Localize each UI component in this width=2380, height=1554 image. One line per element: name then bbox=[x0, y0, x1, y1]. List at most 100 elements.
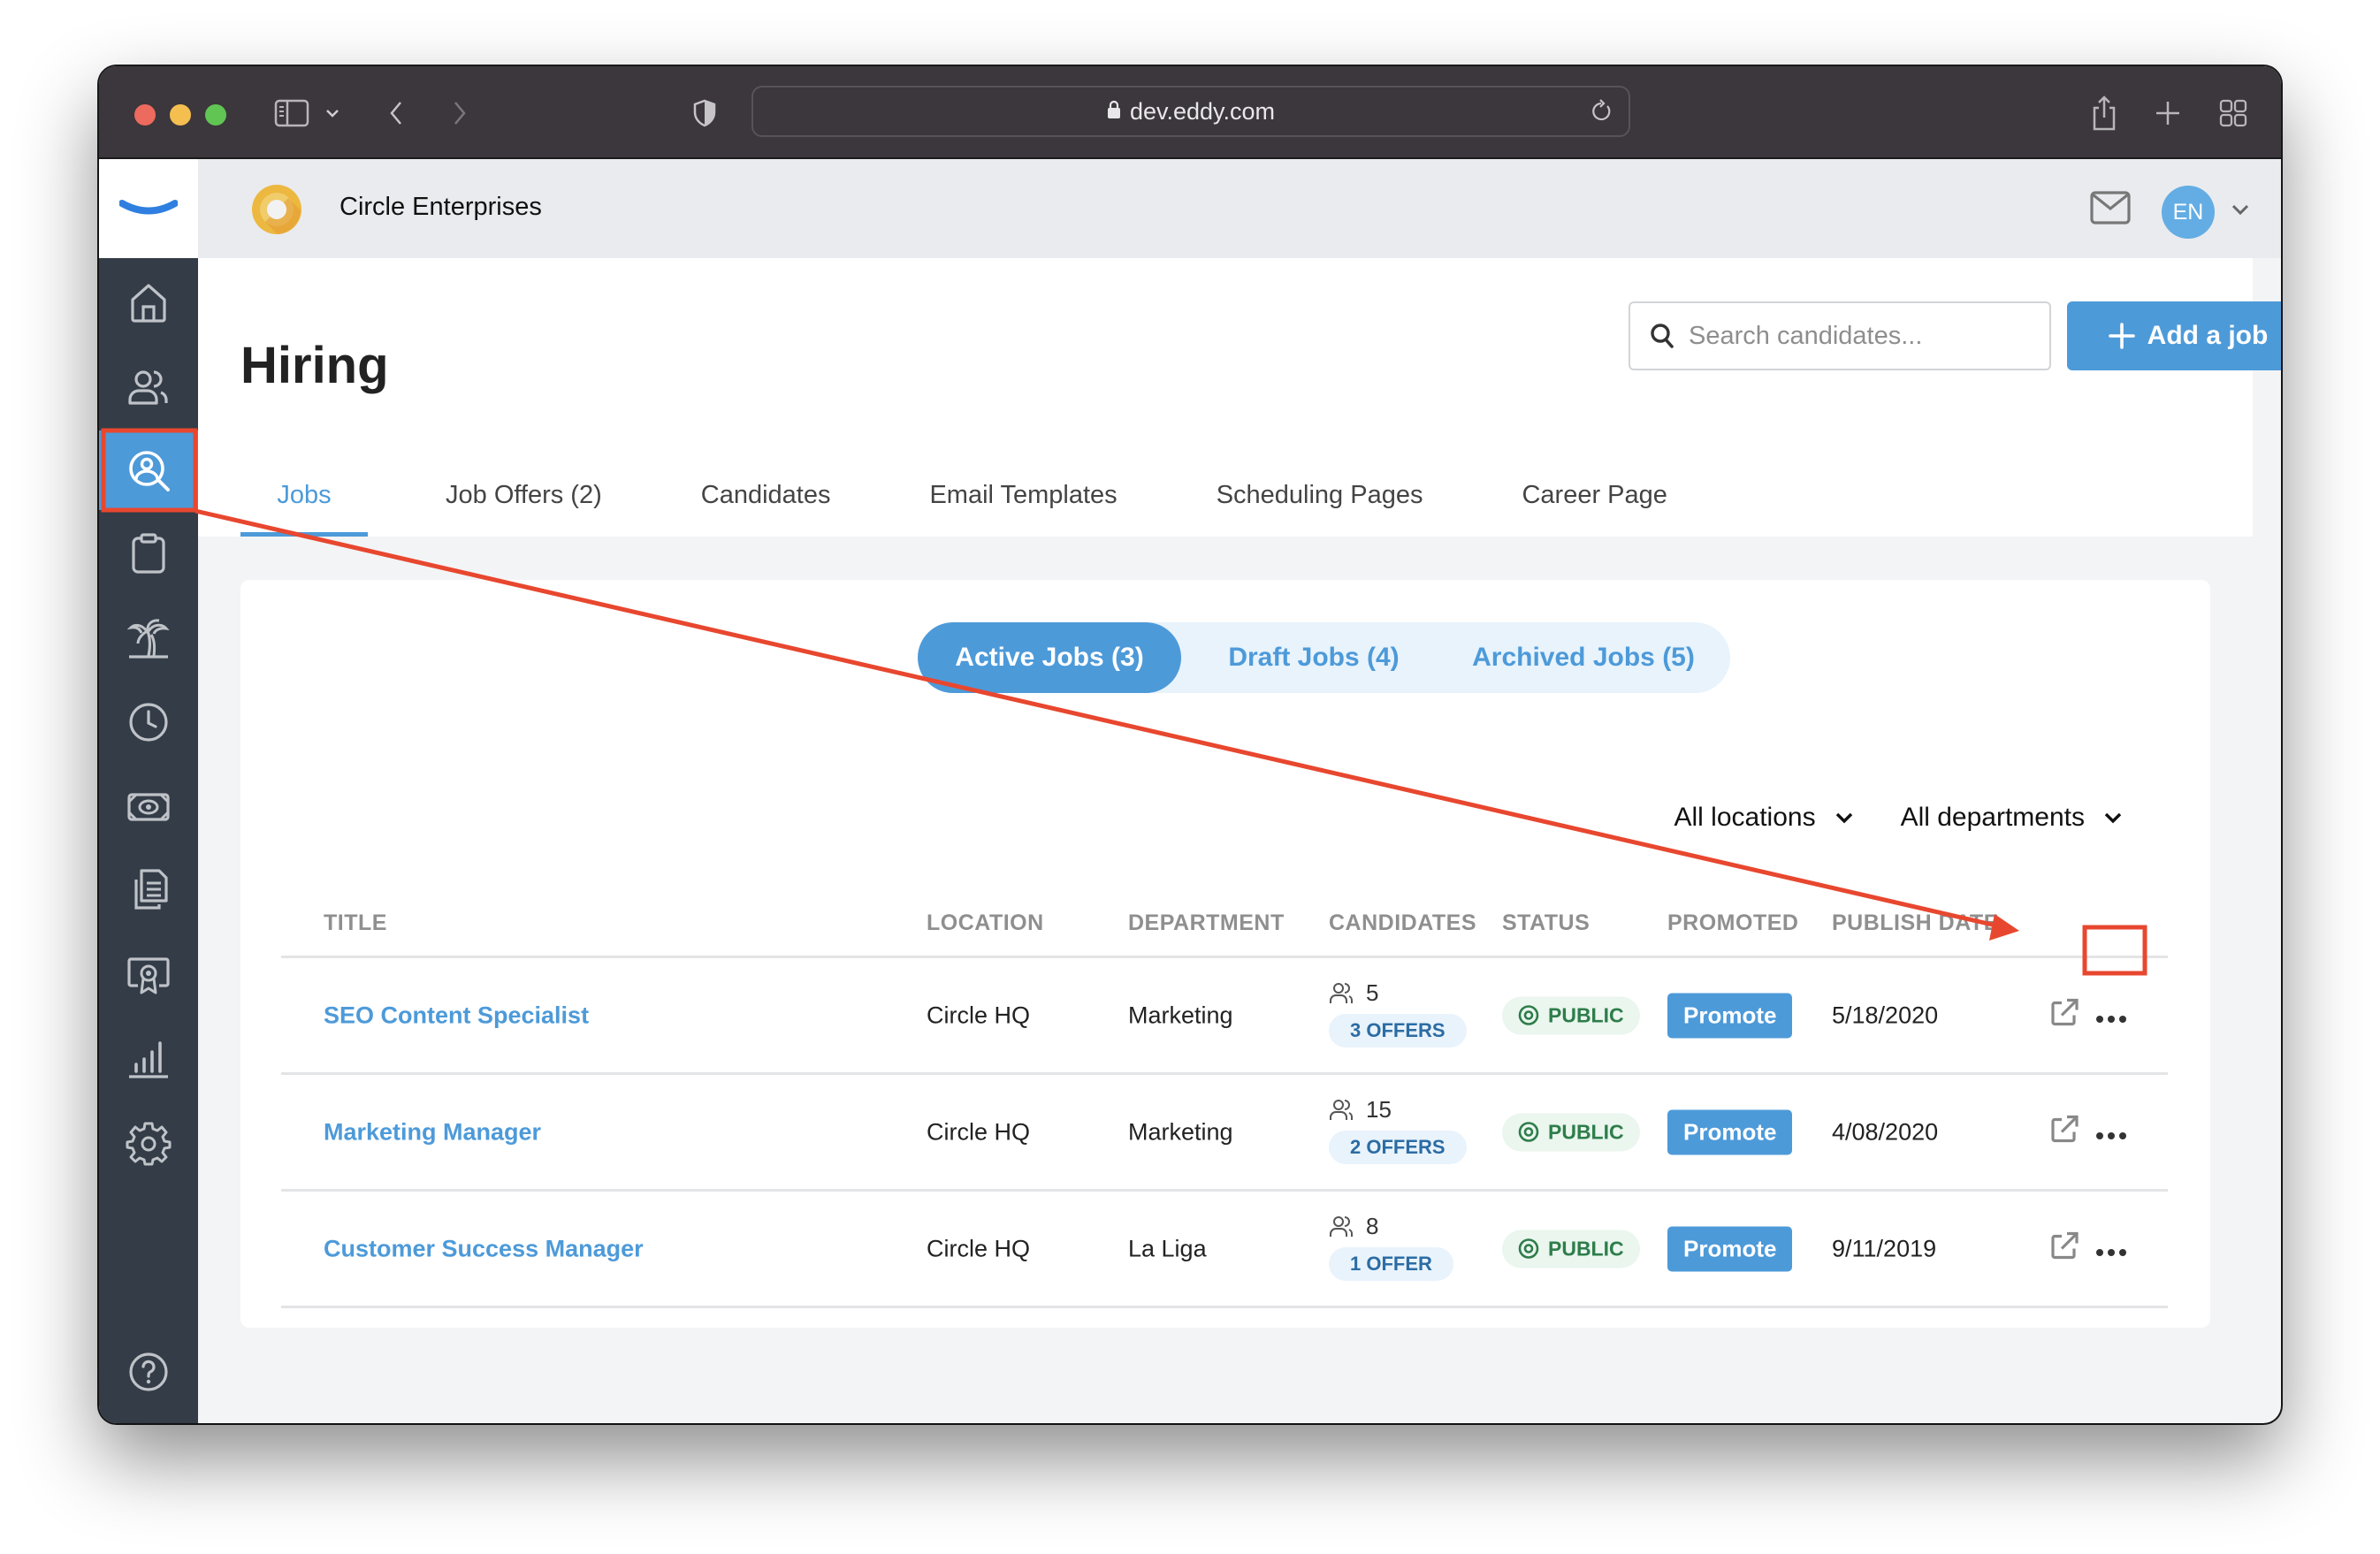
status-text: PUBLIC bbox=[1548, 1237, 1624, 1260]
sidebar-toggle-icon[interactable] bbox=[272, 93, 311, 133]
share-icon[interactable] bbox=[2088, 93, 2120, 133]
reload-icon[interactable] bbox=[1590, 98, 1613, 131]
job-title-link[interactable]: Marketing Manager bbox=[324, 1118, 541, 1146]
back-icon[interactable] bbox=[384, 93, 408, 133]
page-header: Hiring Add a job Jobs Job Offers (2) Can… bbox=[198, 258, 2281, 537]
sidebar-item-home[interactable] bbox=[99, 263, 198, 343]
mail-icon[interactable] bbox=[2090, 191, 2131, 229]
maximize-window-button[interactable] bbox=[205, 104, 226, 126]
user-avatar[interactable]: EN bbox=[2162, 186, 2215, 239]
promote-button[interactable]: Promote bbox=[1667, 1109, 1793, 1154]
close-window-button[interactable] bbox=[134, 104, 156, 126]
company-logo[interactable] bbox=[251, 184, 302, 235]
location-filter-label: All locations bbox=[1674, 803, 1816, 832]
eye-icon bbox=[1518, 1122, 1539, 1142]
sidebar-item-time-off[interactable] bbox=[99, 598, 198, 678]
tab-career-page[interactable]: Career Page bbox=[1522, 454, 1667, 537]
column-header-department[interactable]: DEPARTMENT bbox=[1128, 910, 1285, 936]
open-external-icon[interactable] bbox=[2049, 1114, 2079, 1150]
job-title-link[interactable]: SEO Content Specialist bbox=[324, 1002, 589, 1029]
status-badge: PUBLIC bbox=[1502, 996, 1640, 1034]
people-icon bbox=[1330, 1099, 1353, 1120]
app-sidebar bbox=[99, 159, 198, 1423]
more-options-icon[interactable] bbox=[2095, 1001, 2127, 1031]
column-header-location[interactable]: LOCATION bbox=[927, 910, 1044, 936]
publish-date: 9/11/2019 bbox=[1832, 1235, 1937, 1261]
sidebar-item-documents[interactable] bbox=[99, 850, 198, 930]
address-bar[interactable]: dev.eddy.com bbox=[751, 86, 1630, 137]
new-tab-icon[interactable] bbox=[2152, 93, 2184, 133]
candidate-count: 15 bbox=[1366, 1096, 1392, 1123]
department-filter-dropdown[interactable]: All departments bbox=[1901, 803, 2122, 833]
segment-archived-jobs[interactable]: Archived Jobs (5) bbox=[1446, 622, 1720, 693]
job-department: Marketing bbox=[1128, 1002, 1233, 1028]
eye-icon bbox=[1518, 1005, 1539, 1025]
offers-badge[interactable]: 1 OFFER bbox=[1329, 1247, 1453, 1281]
search-candidates-field[interactable] bbox=[1629, 301, 2051, 370]
page-title: Hiring bbox=[240, 337, 389, 394]
location-filter-dropdown[interactable]: All locations bbox=[1674, 803, 1852, 833]
segment-active-jobs[interactable]: Active Jobs (3) bbox=[918, 622, 1181, 693]
column-header-title[interactable]: TITLE bbox=[324, 910, 387, 936]
segment-draft-jobs[interactable]: Draft Jobs (4) bbox=[1181, 622, 1446, 693]
sidebar-item-time-tracking[interactable] bbox=[99, 682, 198, 762]
avatar-initials: EN bbox=[2172, 199, 2204, 225]
search-icon bbox=[1651, 324, 1674, 348]
offers-badge[interactable]: 3 OFFERS bbox=[1329, 1014, 1467, 1047]
add-job-button[interactable]: Add a job bbox=[2067, 301, 2281, 370]
chevron-down-icon[interactable] bbox=[322, 93, 343, 133]
publish-date: 4/08/2020 bbox=[1832, 1118, 1939, 1145]
sidebar-item-settings[interactable] bbox=[99, 1103, 198, 1183]
job-candidates: 5 3 OFFERS bbox=[1329, 979, 1467, 1047]
job-location: Circle HQ bbox=[927, 1118, 1031, 1145]
tab-candidates[interactable]: Candidates bbox=[701, 454, 831, 537]
account-chevron-down-icon[interactable] bbox=[2231, 203, 2249, 219]
open-external-icon[interactable] bbox=[2049, 1230, 2079, 1267]
promote-button[interactable]: Promote bbox=[1667, 1226, 1793, 1271]
sidebar-item-reports[interactable] bbox=[99, 1019, 198, 1099]
search-candidates-input[interactable] bbox=[1689, 321, 2025, 351]
column-header-promoted[interactable]: PROMOTED bbox=[1667, 910, 1798, 936]
chevron-down-icon bbox=[2104, 812, 2122, 823]
sidebar-item-training[interactable] bbox=[99, 935, 198, 1015]
minimize-window-button[interactable] bbox=[170, 104, 191, 126]
tab-overview-icon[interactable] bbox=[2217, 93, 2249, 133]
privacy-shield-icon[interactable] bbox=[691, 93, 718, 133]
tab-scheduling-pages[interactable]: Scheduling Pages bbox=[1217, 454, 1423, 537]
table-row[interactable]: Customer Success Manager Circle HQ La Li… bbox=[281, 1192, 2168, 1308]
column-header-status[interactable]: STATUS bbox=[1502, 910, 1590, 936]
lock-icon bbox=[1107, 98, 1121, 126]
job-status-switch: Active Jobs (3) Draft Jobs (4) Archived … bbox=[918, 622, 1730, 693]
sidebar-item-payroll[interactable] bbox=[99, 767, 198, 847]
job-candidates: 15 2 OFFERS bbox=[1329, 1096, 1467, 1164]
open-external-icon[interactable] bbox=[2049, 997, 2079, 1033]
column-header-candidates[interactable]: CANDIDATES bbox=[1329, 910, 1476, 936]
more-options-icon[interactable] bbox=[2095, 1117, 2127, 1147]
offers-badge[interactable]: 2 OFFERS bbox=[1329, 1131, 1467, 1164]
status-badge: PUBLIC bbox=[1502, 1230, 1640, 1268]
tab-email-templates[interactable]: Email Templates bbox=[929, 454, 1117, 537]
table-row[interactable]: SEO Content Specialist Circle HQ Marketi… bbox=[281, 958, 2168, 1075]
company-name[interactable]: Circle Enterprises bbox=[339, 193, 542, 222]
sidebar-item-people[interactable] bbox=[99, 347, 198, 427]
sidebar-item-help[interactable] bbox=[99, 1332, 198, 1412]
job-title-link[interactable]: Customer Success Manager bbox=[324, 1235, 644, 1262]
promote-button[interactable]: Promote bbox=[1667, 993, 1793, 1038]
chevron-down-icon bbox=[1835, 812, 1852, 823]
sidebar-item-hiring[interactable] bbox=[99, 430, 198, 510]
column-header-publish-date[interactable]: PUBLISH DATE bbox=[1832, 910, 1999, 936]
forward-icon[interactable] bbox=[447, 93, 472, 133]
tab-jobs[interactable]: Jobs bbox=[240, 454, 368, 537]
sidebar-item-tasks[interactable] bbox=[99, 514, 198, 594]
tab-job-offers[interactable]: Job Offers (2) bbox=[446, 454, 602, 537]
app-topbar: Circle Enterprises EN bbox=[198, 159, 2281, 258]
hiring-search-person-icon bbox=[129, 451, 170, 491]
clock-icon bbox=[129, 703, 168, 742]
gear-icon bbox=[126, 1122, 172, 1166]
app-logo[interactable] bbox=[99, 159, 198, 258]
table-row[interactable]: Marketing Manager Circle HQ Marketing 15… bbox=[281, 1075, 2168, 1192]
more-options-icon[interactable] bbox=[2095, 1234, 2127, 1264]
publish-date: 5/18/2020 bbox=[1832, 1002, 1939, 1028]
job-candidates: 8 1 OFFER bbox=[1329, 1213, 1453, 1281]
palm-tree-icon bbox=[126, 619, 170, 659]
